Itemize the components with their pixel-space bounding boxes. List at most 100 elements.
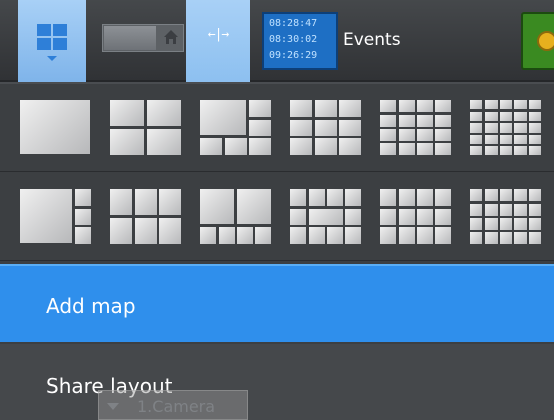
layout-cell xyxy=(399,143,415,155)
layout-cell xyxy=(499,134,513,144)
layout-cell xyxy=(499,145,513,155)
layout-cell xyxy=(514,134,527,144)
layout-cell xyxy=(417,143,433,155)
layout-cell xyxy=(514,189,527,201)
layout-1x1-thumbnail[interactable] xyxy=(20,100,92,156)
layout-cell xyxy=(20,189,72,243)
add-map-item[interactable]: Add map xyxy=(0,264,554,342)
layout-cell xyxy=(110,129,144,155)
layout-4x4-thumbnail[interactable] xyxy=(380,100,452,156)
layout-cell xyxy=(435,100,451,112)
layout-cell xyxy=(380,227,396,244)
layout-3x3-thumbnail[interactable] xyxy=(290,100,362,156)
layout-cell xyxy=(470,123,483,133)
event-time: 09:26:29 xyxy=(269,50,318,61)
layout-cell xyxy=(470,100,483,110)
layout-cell xyxy=(485,232,498,244)
status-dot xyxy=(537,31,554,51)
layout-cell xyxy=(135,189,157,215)
layout-cell xyxy=(380,100,396,112)
layout-cell xyxy=(528,232,541,244)
layout-cell xyxy=(315,138,337,155)
layout-cell xyxy=(200,189,234,225)
layout-cell xyxy=(290,227,306,244)
layout-cell xyxy=(485,100,498,110)
layout-cell xyxy=(399,208,415,226)
layout-cell xyxy=(147,129,181,155)
layout-cell xyxy=(528,100,541,110)
layout-cell xyxy=(514,123,527,133)
camera-tab[interactable]: 1.Camera xyxy=(98,390,248,420)
grid-icon xyxy=(37,24,67,50)
layout-cell xyxy=(237,227,253,244)
layout-cell xyxy=(417,115,433,127)
layout-wide-plus-8-thumbnail[interactable] xyxy=(290,189,362,245)
layout-cell xyxy=(249,138,271,155)
layout-cell xyxy=(399,227,415,244)
layout-cell xyxy=(110,218,132,244)
layout-cell xyxy=(417,100,433,112)
events-label[interactable]: Events xyxy=(343,30,401,50)
layout-cell xyxy=(110,100,144,126)
layout-cell xyxy=(470,204,483,216)
chevron-down-icon xyxy=(47,56,57,61)
layout-cell xyxy=(339,100,361,117)
layout-cell xyxy=(514,145,527,155)
layout-5x4-thumbnail[interactable] xyxy=(470,189,542,245)
layout-cell xyxy=(380,129,396,141)
layout-1-plus-5-thumbnail[interactable] xyxy=(200,100,272,156)
layout-3x2-thumbnail[interactable] xyxy=(110,189,182,245)
layouts-button[interactable] xyxy=(18,0,86,82)
resize-button[interactable]: ←|→ xyxy=(186,0,250,82)
layout-5x5-thumbnail[interactable] xyxy=(470,100,542,156)
layout-cell xyxy=(290,119,312,137)
layout-cell xyxy=(514,232,527,244)
layout-cell xyxy=(315,100,337,117)
layout-cell xyxy=(399,129,415,141)
layout-cell xyxy=(528,204,541,216)
layout-cell xyxy=(147,100,181,126)
layout-cell xyxy=(399,115,415,127)
layout-cell xyxy=(470,145,483,155)
layout-cell xyxy=(435,208,451,226)
layout-cell xyxy=(380,143,396,155)
layout-cell xyxy=(499,204,513,216)
layout-wide-2-plus-4-thumbnail[interactable] xyxy=(200,189,272,245)
layout-cell xyxy=(339,138,361,155)
layout-cell xyxy=(528,189,541,201)
layout-cell xyxy=(485,112,498,122)
layout-cell xyxy=(110,189,132,215)
layout-cell xyxy=(485,189,498,201)
layout-cell xyxy=(290,100,312,117)
home-icon[interactable] xyxy=(163,29,179,45)
layout-cell xyxy=(417,189,433,206)
layout-4x3-thumbnail[interactable] xyxy=(380,189,452,245)
layout-cell xyxy=(309,189,325,206)
layout-cell xyxy=(399,100,415,112)
layout-cell xyxy=(237,189,271,225)
layout-cell xyxy=(499,123,513,133)
layout-cell xyxy=(435,129,451,141)
layout-cell xyxy=(485,123,498,133)
layout-cell xyxy=(485,218,498,230)
layout-cell xyxy=(499,112,513,122)
layout-cell xyxy=(514,218,527,230)
layout-cell xyxy=(219,227,235,244)
layout-row xyxy=(0,173,554,261)
event-time: 08:28:47 xyxy=(269,18,318,29)
layout-2x2-thumbnail[interactable] xyxy=(110,100,182,156)
status-icon[interactable] xyxy=(521,12,554,70)
resize-arrows-icon: ←|→ xyxy=(207,27,229,42)
layout-selector[interactable] xyxy=(102,24,184,52)
layout-cell xyxy=(499,100,513,110)
layout-wide-plus-3-thumbnail[interactable] xyxy=(20,189,92,245)
layout-cell xyxy=(315,119,337,137)
share-layout-item[interactable]: Share layout 1.Camera xyxy=(0,344,554,420)
events-widget[interactable]: 08:28:47 08:30:02 09:26:29 xyxy=(262,12,338,70)
layout-cell xyxy=(485,134,498,144)
layout-cell xyxy=(470,218,483,230)
layout-cell xyxy=(499,218,513,230)
layout-cell xyxy=(327,227,343,244)
layout-cell xyxy=(20,100,90,154)
layout-cell xyxy=(485,145,498,155)
